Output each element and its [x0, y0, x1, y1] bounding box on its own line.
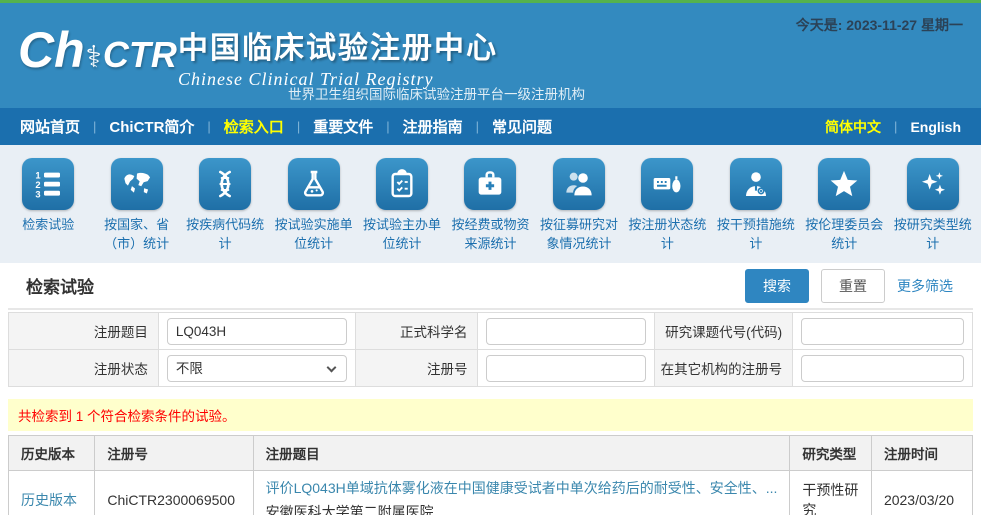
search-section-header: 检索试验 搜索 重置 更多筛选: [8, 263, 973, 310]
nav-divider: [93, 119, 96, 134]
current-date: 今天是: 2023-11-27 星期一: [796, 15, 963, 35]
quicklink-label: 按注册状态统计: [623, 216, 711, 254]
registration-date: 2023/03/20: [871, 471, 972, 515]
nav-divider: [476, 119, 479, 134]
col-reg-date: 注册时间: [871, 436, 972, 471]
other-reg-number-label: 在其它机构的注册号: [655, 350, 793, 387]
history-version-link[interactable]: 历史版本: [21, 492, 77, 508]
logo-text-prefix: Ch: [18, 25, 85, 75]
reg-number-label: 注册号: [355, 350, 478, 387]
lang-switch-en[interactable]: English: [910, 119, 961, 135]
caduceus-icon: ⚕: [86, 40, 102, 75]
trial-title-link[interactable]: 评价LQ043H单域抗体雾化液在中国健康受试者中单次给药后的耐受性、安全性、..…: [266, 480, 778, 496]
nav-item-home[interactable]: 网站首页: [20, 116, 80, 137]
nav-item-about[interactable]: ChiCTR简介: [109, 116, 194, 137]
sponsor-name: 安徽医科大学第二附属医院: [266, 502, 778, 515]
quicklink-label: 按征募研究对象情况统计: [535, 216, 623, 254]
reset-button[interactable]: 重置: [821, 269, 885, 303]
quicklink-label: 按研究类型统计: [889, 216, 977, 254]
scientific-name-input[interactable]: [486, 318, 646, 345]
col-study-type: 研究类型: [790, 436, 872, 471]
col-reg-number: 注册号: [95, 436, 253, 471]
nav-item-documents[interactable]: 重要文件: [313, 116, 373, 137]
lang-switch-zh[interactable]: 简体中文: [825, 117, 881, 137]
site-header: Ch⚕CTR 中国临床试验注册中心 Chinese Clinical Trial…: [0, 3, 981, 108]
study-code-input[interactable]: [801, 318, 964, 345]
nav-divider: [894, 119, 897, 134]
col-reg-title: 注册题目: [253, 436, 790, 471]
nav-divider: [297, 119, 300, 134]
nav-item-search-entry[interactable]: 检索入口: [224, 116, 284, 137]
quicklink-by-sponsor-institution[interactable]: 按试验主办单位统计: [358, 145, 446, 263]
col-history: 历史版本: [9, 436, 95, 471]
quicklink-label: 按试验主办单位统计: [358, 216, 446, 254]
result-summary-banner: 共检索到 1 个符合检索条件的试验。: [8, 399, 973, 431]
chictr-logo[interactable]: Ch⚕CTR: [18, 25, 177, 76]
quicklink-search-trials[interactable]: 123 检索试验: [4, 145, 92, 263]
study-code-label: 研究课题代号(代码): [655, 313, 793, 350]
statistics-quicklinks: 123 检索试验 按国家、省（市）统计 按疾病代码统计 按试验实施单位统计 按试…: [0, 145, 981, 263]
quicklink-by-country-province[interactable]: 按国家、省（市）统计: [92, 145, 180, 263]
flask-icon: [288, 158, 340, 210]
reg-status-select[interactable]: 不限: [167, 355, 347, 382]
numbered-list-icon: 123: [22, 158, 74, 210]
quicklink-label: 按国家、省（市）统计: [92, 216, 180, 254]
quicklink-by-ethics-committee[interactable]: 按伦理委员会统计: [800, 145, 888, 263]
keyboard-mouse-icon: [641, 158, 693, 210]
quicklink-label: 按伦理委员会统计: [800, 216, 888, 254]
quicklink-label: 按经费或物资来源统计: [446, 216, 534, 254]
logo-text-suffix: CTR: [103, 34, 177, 76]
quicklink-by-disease-code[interactable]: 按疾病代码统计: [181, 145, 269, 263]
quicklink-label: 按干预措施统计: [712, 216, 800, 254]
quicklink-label: 按疾病代码统计: [181, 216, 269, 254]
reg-number-input[interactable]: [486, 355, 646, 382]
nav-divider: [207, 119, 210, 134]
results-header-row: 历史版本 注册号 注册题目 研究类型 注册时间: [9, 436, 973, 471]
registration-number: ChiCTR2300069500: [95, 471, 253, 515]
table-row: 历史版本 ChiCTR2300069500 评价LQ043H单域抗体雾化液在中国…: [9, 471, 973, 515]
clipboard-check-icon: [376, 158, 428, 210]
quicklink-by-implementing-institution[interactable]: 按试验实施单位统计: [269, 145, 357, 263]
other-reg-number-input[interactable]: [801, 355, 964, 382]
quicklink-by-intervention[interactable]: 按干预措施统计: [712, 145, 800, 263]
site-brand: 中国临床试验注册中心 Chinese Clinical Trial Regist…: [178, 23, 498, 90]
svg-text:3: 3: [36, 189, 41, 199]
quicklink-by-study-type[interactable]: 按研究类型统计: [889, 145, 977, 263]
sparkles-icon: [907, 158, 959, 210]
quicklink-by-registration-status[interactable]: 按注册状态统计: [623, 145, 711, 263]
results-table: 历史版本 注册号 注册题目 研究类型 注册时间 历史版本 ChiCTR23000…: [8, 435, 973, 515]
nav-item-faq[interactable]: 常见问题: [492, 116, 552, 137]
search-form: 注册题目 正式科学名 研究课题代号(代码) 注册状态 不限 注册号 在其它机构的…: [8, 312, 973, 387]
study-type-value: 干预性研究: [790, 471, 872, 515]
doctor-icon: [730, 158, 782, 210]
main-nav: 网站首页 ChiCTR简介 检索入口 重要文件 注册指南 常见问题 简体中文 E…: [0, 108, 981, 145]
star-icon: [818, 158, 870, 210]
people-group-icon: [553, 158, 605, 210]
medical-bag-icon: [464, 158, 516, 210]
nav-divider: [386, 119, 389, 134]
site-title-zh: 中国临床试验注册中心: [178, 23, 498, 67]
more-filters-link[interactable]: 更多筛选: [897, 276, 953, 296]
reg-title-input[interactable]: [167, 318, 347, 345]
reg-status-label: 注册状态: [9, 350, 159, 387]
quicklink-label: 检索试验: [19, 216, 77, 235]
scientific-name-label: 正式科学名: [355, 313, 478, 350]
search-button[interactable]: 搜索: [745, 269, 809, 303]
who-registry-line: 世界卫生组织国际临床试验注册平台一级注册机构: [288, 83, 585, 103]
quicklink-label: 按试验实施单位统计: [269, 216, 357, 254]
section-title: 检索试验: [26, 273, 94, 298]
nav-item-guide[interactable]: 注册指南: [403, 116, 463, 137]
quicklink-by-funding-source[interactable]: 按经费或物资来源统计: [446, 145, 534, 263]
dna-icon: [199, 158, 251, 210]
reg-title-label: 注册题目: [9, 313, 159, 350]
world-map-icon: [111, 158, 163, 210]
quicklink-by-recruitment-status[interactable]: 按征募研究对象情况统计: [535, 145, 623, 263]
